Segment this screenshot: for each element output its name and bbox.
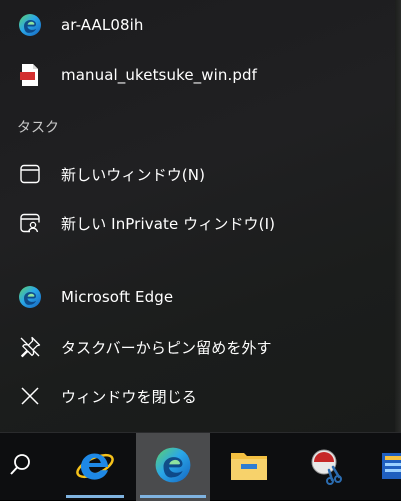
new-window-item[interactable]: 新しいウィンドウ(N) [0,151,395,197]
internet-explorer-icon [75,445,115,489]
tasks-section-header: タスク [17,120,59,136]
edge-icon [154,446,192,488]
taskbar-app-button[interactable] [372,433,401,501]
taskbar-edge-button[interactable] [136,433,210,501]
unpin-from-taskbar-item[interactable]: タスクバーからピン留めを外す [0,324,395,370]
folder-icon [229,448,269,486]
recent-item-pdf[interactable]: manual_uketsuke_win.pdf [0,52,395,98]
taskbar [0,432,401,501]
jump-list-menu: ar-AAL08ih manual_uketsuke_win.pdf タスク 新… [0,0,401,432]
unpin-icon [17,334,43,360]
taskbar-internet-explorer-button[interactable] [62,433,128,501]
app-icon [372,445,401,489]
close-window-item[interactable]: ウィンドウを閉じる [0,373,395,419]
new-inprivate-window-label: 新しい InPrivate ウィンドウ(I) [61,214,276,233]
window-icon [17,161,43,187]
pdf-icon [17,62,43,88]
recent-item-label: manual_uketsuke_win.pdf [61,66,257,84]
search-icon [8,452,32,482]
microsoft-edge-label: Microsoft Edge [61,288,174,306]
close-window-label: ウィンドウを閉じる [61,387,197,406]
recent-item-edge-page[interactable]: ar-AAL08ih [0,2,395,48]
edge-icon [17,284,43,310]
new-inprivate-window-item[interactable]: 新しい InPrivate ウィンドウ(I) [0,200,395,246]
edge-icon [17,12,43,38]
running-indicator [66,495,124,498]
microsoft-edge-item[interactable]: Microsoft Edge [0,274,395,320]
running-indicator [140,495,206,498]
recent-item-label: ar-AAL08ih [61,16,144,34]
taskbar-snipping-tool-button[interactable] [294,433,360,501]
snipping-tool-icon [307,445,347,489]
new-window-label: 新しいウィンドウ(N) [61,165,206,184]
taskbar-file-explorer-button[interactable] [216,433,282,501]
close-icon [17,383,43,409]
taskbar-search-button[interactable] [0,433,40,501]
unpin-from-taskbar-label: タスクバーからピン留めを外す [61,338,272,357]
inprivate-window-icon [17,210,43,236]
